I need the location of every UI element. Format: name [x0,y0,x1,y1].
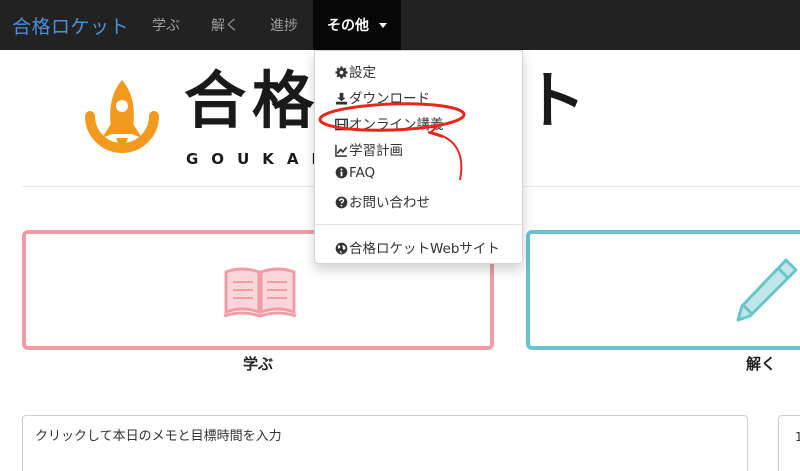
brand-link[interactable]: 合格ロケット [12,12,129,39]
rocket-logo-icon [85,80,159,154]
side-panel-text: 1 [795,430,800,444]
info-circle-icon [335,166,348,179]
menu-item-settings[interactable]: 設定 [335,61,376,81]
nav-progress[interactable]: 進捗 [270,15,298,35]
memo-input[interactable]: クリックして本日のメモと目標時間を入力 [22,415,748,471]
globe-icon [335,242,348,255]
menu-item-settings-label: 設定 [349,65,376,81]
caret-down-icon [379,23,387,28]
chart-line-icon [335,144,348,157]
side-panel[interactable]: 1 [778,415,800,471]
menu-item-study-plan[interactable]: 学習計画 [335,139,403,159]
menu-item-contact-label: お問い合わせ [349,195,430,211]
nav-other-label: その他 [327,18,369,34]
solve-card-label: 解く [746,355,777,373]
gear-icon [335,66,348,79]
menu-item-website[interactable]: 合格ロケットWebサイト [335,237,500,257]
nav-solve[interactable]: 解く [211,15,239,35]
nav-other-dropdown-toggle[interactable]: その他 [313,0,401,50]
menu-item-download-label: ダウンロード [349,91,430,107]
download-icon [335,92,348,105]
navbar: 合格ロケット 学ぶ 解く 進捗 その他 [0,0,800,50]
menu-item-online-lecture-label: オンライン講義 [349,117,444,133]
nav-learn[interactable]: 学ぶ [152,15,180,35]
menu-item-study-plan-label: 学習計画 [349,143,403,159]
menu-item-online-lecture[interactable]: オンライン講義 [335,113,444,133]
menu-item-faq[interactable]: FAQ [335,165,375,181]
open-book-icon [223,267,297,318]
question-circle-icon [335,196,348,209]
menu-item-download[interactable]: ダウンロード [335,87,430,107]
learn-card-label: 学ぶ [243,355,274,373]
pencil-icon [736,258,798,322]
menu-item-website-label: 合格ロケットWebサイト [349,241,500,257]
menu-item-contact[interactable]: お問い合わせ [335,191,430,211]
memo-placeholder: クリックして本日のメモと目標時間を入力 [35,429,282,444]
film-icon [335,118,348,131]
menu-divider [315,224,522,225]
other-dropdown-menu: 設定 ダウンロード オンライン講義 学習計画 FAQ お問い合わせ 合格ロケット… [314,50,523,264]
menu-item-faq-label: FAQ [349,165,376,181]
solve-card[interactable] [526,230,800,350]
